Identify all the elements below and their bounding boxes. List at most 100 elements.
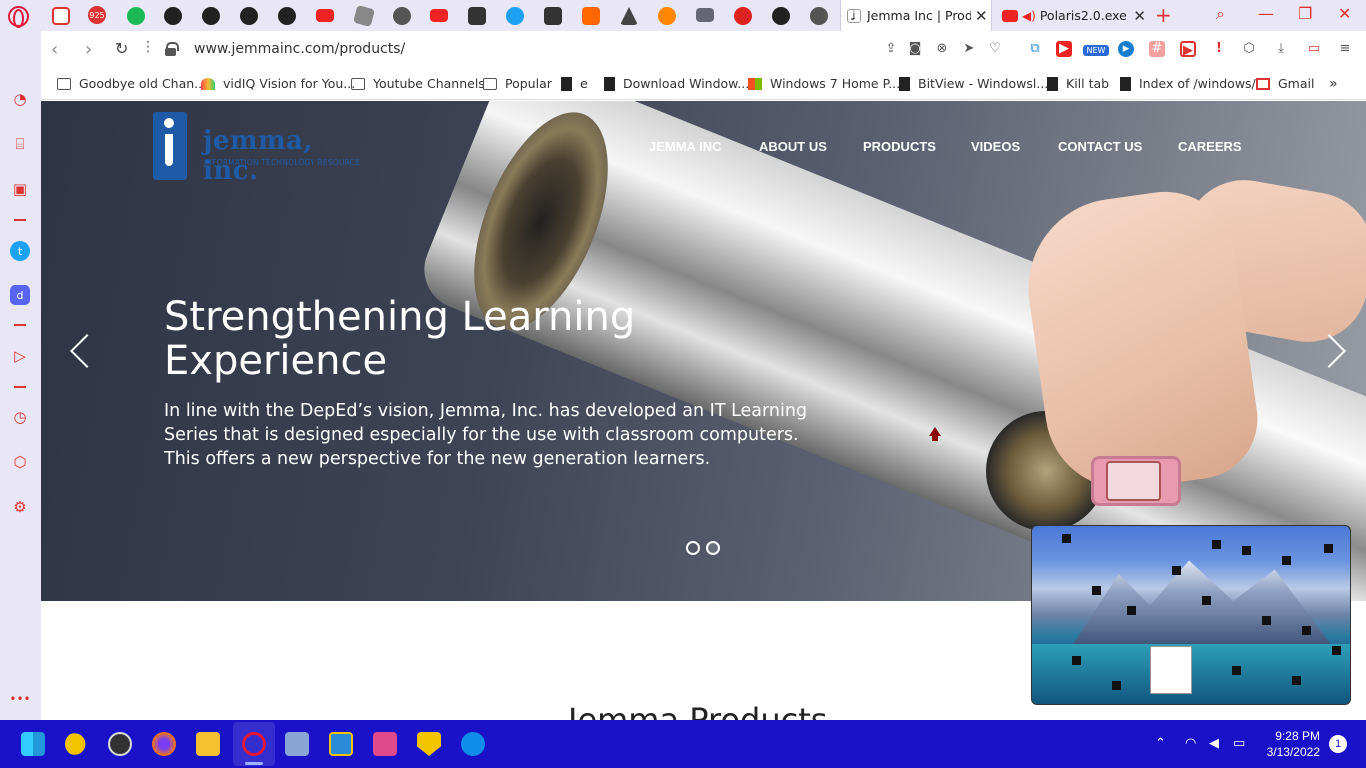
pinned-tab-globe-icon[interactable] (393, 7, 411, 25)
bookmark-item[interactable]: Download Window... (604, 76, 749, 91)
close-tab-icon[interactable]: ✕ (1133, 7, 1146, 25)
teamviewer-icon[interactable] (461, 732, 485, 756)
media-player-icon[interactable] (108, 732, 132, 756)
nav-videos[interactable]: VIDEOS (971, 139, 1020, 154)
discord-icon[interactable]: d (10, 285, 30, 305)
send-icon[interactable]: ➤ (961, 41, 977, 57)
carousel-dot-active[interactable] (706, 541, 720, 555)
bookmark-item[interactable]: Gmail (1256, 76, 1314, 91)
pinned-tab-youtube-icon[interactable] (430, 9, 448, 22)
pinned-tab-github-icon[interactable] (164, 7, 182, 25)
carousel-dot[interactable] (686, 541, 700, 555)
back-icon[interactable]: ‹ (51, 39, 58, 60)
lock-icon[interactable] (165, 42, 179, 56)
bookmark-item[interactable]: Youtube Channels (351, 76, 485, 91)
history-icon[interactable]: ◷ (10, 407, 30, 427)
easy-setup-icon[interactable]: ≡ (1337, 41, 1353, 57)
bookmark-item[interactable]: e (561, 76, 588, 91)
tab-polaris[interactable]: ◀) Polaris2.0.exe - ✕ (998, 0, 1146, 31)
nav-contact-us[interactable]: CONTACT US (1058, 139, 1142, 154)
alert-ext-icon[interactable]: ! (1211, 41, 1227, 57)
pinned-tab-twitter-icon[interactable] (506, 7, 524, 25)
pinned-tab-soundcloud-icon[interactable] (582, 7, 600, 25)
restore-icon[interactable]: ❐ (1298, 4, 1312, 23)
new-tab-icon[interactable]: + (1155, 3, 1172, 27)
pinned-tab-blogger-icon[interactable] (658, 7, 676, 25)
box-ext-icon[interactable]: ⬡ (1241, 41, 1257, 57)
nav-products[interactable]: PRODUCTS (863, 139, 936, 154)
nav-careers[interactable]: CAREERS (1178, 139, 1242, 154)
video-popout-player[interactable] (1031, 525, 1351, 705)
pinned-tab-globe-icon[interactable] (810, 7, 828, 25)
pinned-tab-gamepad-icon[interactable] (52, 7, 70, 25)
pinned-tab-mega-icon[interactable] (734, 7, 752, 25)
nav-about-us[interactable]: ABOUT US (759, 139, 827, 154)
bookmark-item[interactable]: BitView - Windowsl... (899, 76, 1048, 91)
search-tabs-icon[interactable]: ⌕ (1216, 4, 1225, 24)
pinned-tab-roblox-icon[interactable] (352, 4, 376, 28)
new-ext-badge[interactable]: NEW (1083, 45, 1109, 56)
carousel-prev-icon[interactable] (67, 331, 93, 371)
bookmark-item[interactable]: Popular (483, 76, 552, 91)
file-explorer-icon[interactable] (196, 732, 220, 756)
notification-badge[interactable]: 1 (1329, 735, 1347, 753)
start-icon[interactable] (21, 732, 45, 756)
battery-saver-icon[interactable]: ▭ (1306, 41, 1322, 57)
kebab-icon[interactable]: ⋮ (141, 39, 155, 55)
cube-icon[interactable]: ⬡ (10, 452, 30, 472)
pinned-tab-app-icon[interactable] (468, 7, 486, 25)
battery-icon[interactable]: ▭ (1233, 736, 1245, 751)
download-icon[interactable]: ⤓ (1273, 41, 1289, 57)
bookmarks-overflow-icon[interactable]: » (1329, 76, 1338, 92)
pinned-tab-spotify-icon[interactable] (127, 7, 145, 25)
record-ext-icon[interactable]: ▶ (1180, 41, 1196, 58)
play-ext-icon[interactable]: ▸ (1118, 41, 1134, 57)
speaker-icon[interactable]: ◀) (1022, 9, 1036, 23)
share-icon[interactable]: ⇪ (883, 41, 899, 57)
bookmark-item[interactable]: vidIQ Vision for You... (201, 76, 355, 91)
adblock-icon[interactable]: ⊗ (934, 41, 950, 57)
close-window-icon[interactable]: ✕ (1338, 4, 1351, 23)
translate-ext-icon[interactable]: ⧉ (1027, 41, 1043, 57)
pinned-tab-youtube-icon[interactable] (316, 9, 334, 22)
pinned-tab-app-icon[interactable] (544, 7, 562, 25)
window-app-icon[interactable] (329, 732, 353, 756)
pinned-tab-github-icon[interactable] (772, 7, 790, 25)
media-app-icon[interactable] (373, 732, 397, 756)
url-field[interactable]: www.jemmainc.com/products/ (194, 41, 405, 57)
pinned-tab-github-icon[interactable] (202, 7, 220, 25)
speed-dial-icon[interactable]: ◔ (10, 89, 30, 109)
pinned-tab-github-icon[interactable] (278, 7, 296, 25)
bookmark-item[interactable]: Windows 7 Home P... (748, 76, 900, 91)
player-icon[interactable]: ▷ (10, 346, 30, 366)
pinned-tab-layers-icon[interactable] (696, 8, 714, 22)
system-clock[interactable]: 9:28 PM 3/13/2022 (1262, 728, 1320, 760)
twitch-icon[interactable]: ▣ (10, 179, 30, 199)
bookmark-item[interactable]: Kill tab (1047, 76, 1109, 91)
more-icon[interactable]: ••• (9, 689, 30, 709)
snapshot-icon[interactable]: ◙ (907, 41, 923, 57)
minimize-icon[interactable]: — (1258, 4, 1274, 23)
tab-jemma[interactable]: ʝ Jemma Inc | Produc ✕ (840, 0, 992, 31)
volume-icon[interactable]: ◀ (1209, 736, 1219, 751)
carousel-next-icon[interactable] (1319, 331, 1345, 371)
moon-app-icon[interactable] (65, 733, 86, 755)
firefox-icon[interactable] (152, 732, 176, 756)
tray-overflow-icon[interactable]: ⌃ (1155, 736, 1166, 751)
network-app-icon[interactable] (285, 732, 309, 756)
shield-app-icon[interactable] (417, 732, 441, 756)
bookmark-item[interactable]: Goodbye old Chan... (57, 76, 206, 91)
video-ext-icon[interactable]: ▶ (1056, 41, 1072, 57)
reload-icon[interactable]: ↻ (115, 39, 128, 58)
heart-icon[interactable]: ♡ (987, 41, 1003, 57)
pinned-tab-github-icon[interactable] (240, 7, 258, 25)
pinned-tab-radio-icon[interactable]: 925 (88, 6, 106, 24)
pinned-tab-tent-icon[interactable] (620, 7, 638, 25)
wifi-icon[interactable]: ◠ (1185, 736, 1196, 751)
forward-icon[interactable]: › (85, 39, 92, 60)
settings-gear-icon[interactable]: ⚙ (10, 497, 30, 517)
pink-ext-icon[interactable]: # (1149, 41, 1165, 57)
nav-jemma-inc[interactable]: JEMMA INC (649, 139, 721, 154)
opera-taskbar-icon[interactable] (242, 732, 266, 756)
opera-menu-icon[interactable] (8, 6, 29, 28)
